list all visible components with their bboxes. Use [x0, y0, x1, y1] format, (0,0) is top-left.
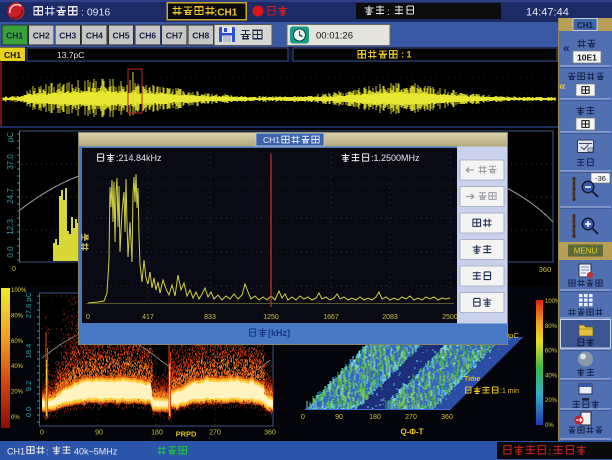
svg-text:CH7: CH7	[166, 31, 183, 41]
svg-text:00:01:26: 00:01:26	[316, 31, 353, 42]
svg-text::CH1: :CH1	[214, 8, 238, 19]
svg-text:270: 270	[405, 414, 417, 421]
svg-text:40%: 40%	[545, 373, 558, 379]
svg-text:0.0: 0.0	[6, 246, 15, 258]
svg-text:pC: pC	[6, 132, 15, 142]
svg-text:CH8: CH8	[192, 31, 209, 41]
svg-text:20%: 20%	[11, 390, 24, 396]
svg-text:0: 0	[12, 266, 16, 273]
svg-text:9.2: 9.2	[24, 381, 33, 391]
svg-text:-36: -36	[595, 174, 606, 183]
svg-text:: 0916: : 0916	[81, 7, 110, 19]
svg-text:18.4: 18.4	[24, 344, 33, 359]
svg-text:10E1: 10E1	[577, 53, 597, 63]
svg-text:0%: 0%	[11, 415, 20, 421]
svg-text::214.84kHz: :214.84kHz	[116, 153, 162, 163]
svg-text:270: 270	[209, 430, 221, 437]
svg-text:180: 180	[369, 414, 381, 421]
svg-text:0: 0	[86, 314, 90, 321]
svg-text:1667: 1667	[323, 314, 339, 321]
svg-text:24.7: 24.7	[6, 188, 15, 204]
svg-text:60%: 60%	[545, 349, 558, 355]
svg-text:CH1: CH1	[4, 50, 21, 60]
svg-text:833: 833	[204, 314, 216, 321]
svg-text:«: «	[563, 41, 570, 55]
svg-text::: :	[387, 7, 390, 18]
svg-text::: :	[548, 446, 552, 458]
svg-text:2083: 2083	[382, 314, 398, 321]
svg-text:37.0: 37.0	[6, 154, 15, 170]
svg-text:13.7pC: 13.7pC	[57, 50, 84, 60]
svg-text:40k~5MHz: 40k~5MHz	[74, 447, 118, 457]
svg-text:Q-Φ-T: Q-Φ-T	[400, 428, 423, 437]
svg-text:80%: 80%	[11, 313, 24, 319]
svg-text:MENU: MENU	[574, 247, 598, 256]
svg-text:PRPD: PRPD	[176, 430, 197, 439]
svg-text::: :	[46, 447, 49, 457]
svg-text:CH6: CH6	[139, 31, 156, 41]
svg-text:CH4: CH4	[86, 31, 103, 41]
svg-text:360: 360	[264, 430, 276, 437]
svg-text:27.6: 27.6	[24, 304, 33, 319]
svg-text:: 1: : 1	[401, 50, 412, 60]
svg-text:80%: 80%	[545, 324, 558, 330]
svg-text:360: 360	[441, 414, 453, 421]
svg-text:CH1: CH1	[7, 447, 25, 457]
svg-text:1250: 1250	[263, 314, 279, 321]
svg-text:0.0: 0.0	[24, 407, 33, 417]
svg-text:0: 0	[40, 430, 44, 437]
svg-text:CH5: CH5	[112, 31, 129, 41]
svg-text::1 min: :1 min	[500, 388, 519, 395]
svg-text:CH1: CH1	[577, 21, 594, 30]
svg-text:2500: 2500	[442, 314, 458, 321]
svg-text:CH3: CH3	[59, 31, 76, 41]
svg-text:CH1: CH1	[6, 31, 23, 41]
svg-text:«: «	[559, 79, 566, 93]
svg-text:CH1: CH1	[263, 135, 280, 145]
svg-text:0: 0	[301, 414, 305, 421]
svg-text:[kHz]: [kHz]	[268, 328, 290, 338]
svg-text:40%: 40%	[11, 364, 24, 370]
svg-text:360: 360	[539, 265, 552, 274]
svg-text:60%: 60%	[11, 339, 24, 345]
svg-text:417: 417	[142, 314, 154, 321]
svg-text:pC: pC	[24, 292, 33, 302]
svg-text:12.3: 12.3	[6, 219, 15, 235]
svg-text:Time: Time	[464, 376, 480, 383]
svg-text:90: 90	[95, 430, 103, 437]
svg-text:CH2: CH2	[33, 31, 50, 41]
svg-text:90: 90	[335, 414, 343, 421]
svg-text:20%: 20%	[545, 398, 558, 404]
svg-text:0%: 0%	[545, 423, 554, 429]
svg-text:14:47:44: 14:47:44	[526, 7, 569, 19]
svg-text:180: 180	[151, 430, 163, 437]
svg-text::1.2500MHz: :1.2500MHz	[371, 153, 420, 163]
